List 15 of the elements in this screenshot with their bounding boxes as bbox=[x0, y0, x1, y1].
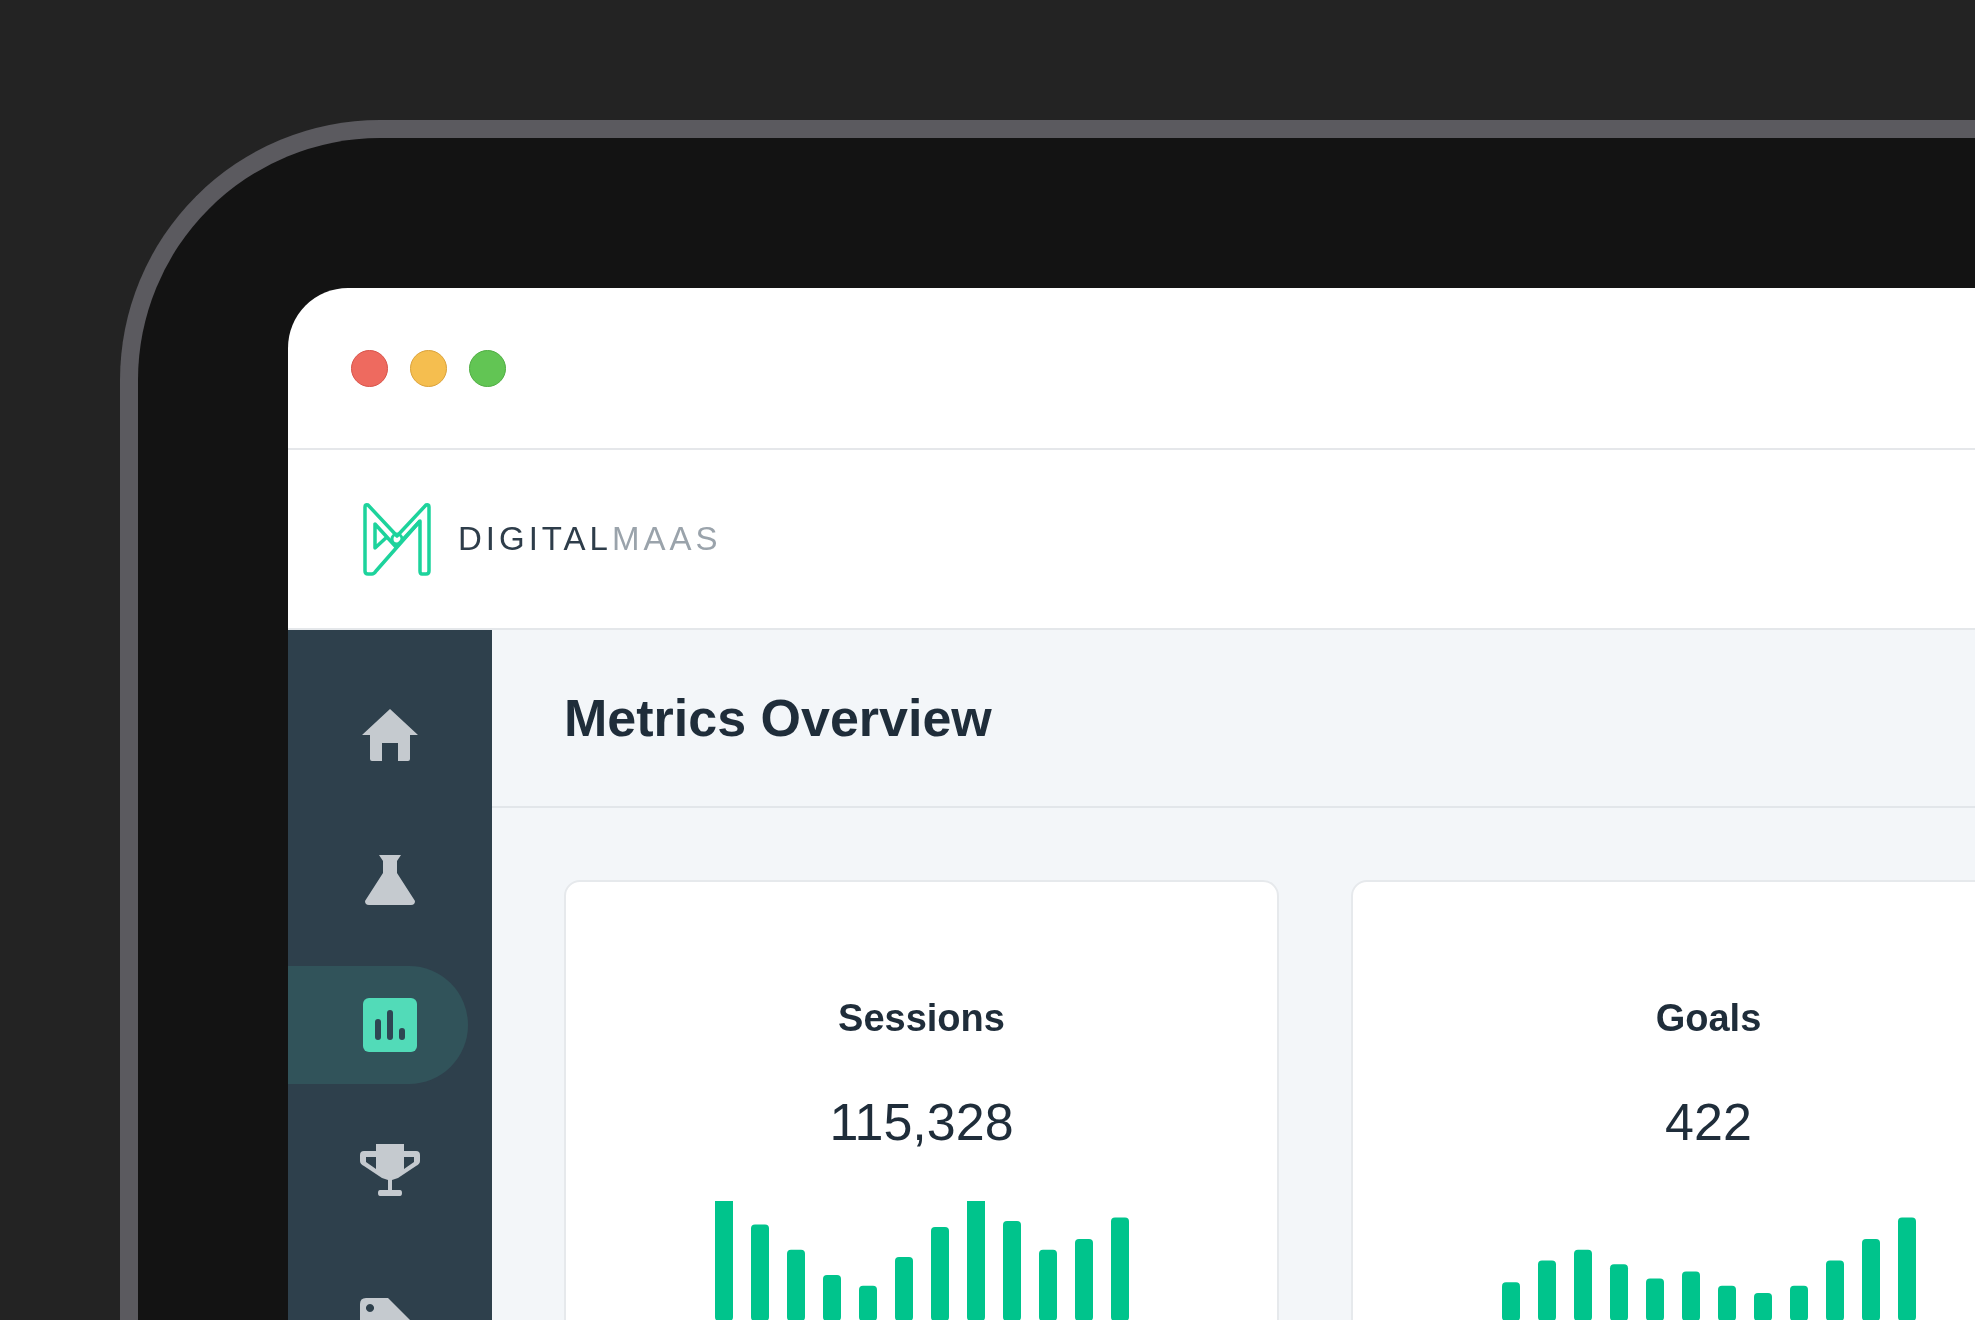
metric-title: Goals bbox=[1655, 996, 1762, 1041]
metric-value: 422 bbox=[1665, 1092, 1752, 1153]
zoom-window-button[interactable] bbox=[469, 349, 506, 387]
trophy-icon bbox=[360, 1144, 420, 1196]
brand-name: DIGITAL bbox=[458, 519, 612, 560]
bar-chart-icon bbox=[363, 998, 417, 1052]
logo-icon bbox=[360, 502, 434, 576]
close-window-button[interactable] bbox=[351, 349, 388, 387]
page-title: Metrics Overview bbox=[564, 688, 992, 749]
metric-title: Sessions bbox=[838, 996, 1005, 1041]
flask-icon bbox=[365, 855, 415, 905]
home-icon bbox=[362, 709, 418, 761]
brand-name-suffix: MAAS bbox=[611, 519, 722, 560]
sidebar-item[interactable] bbox=[288, 966, 468, 1084]
metric-value: 115,328 bbox=[829, 1092, 1014, 1153]
